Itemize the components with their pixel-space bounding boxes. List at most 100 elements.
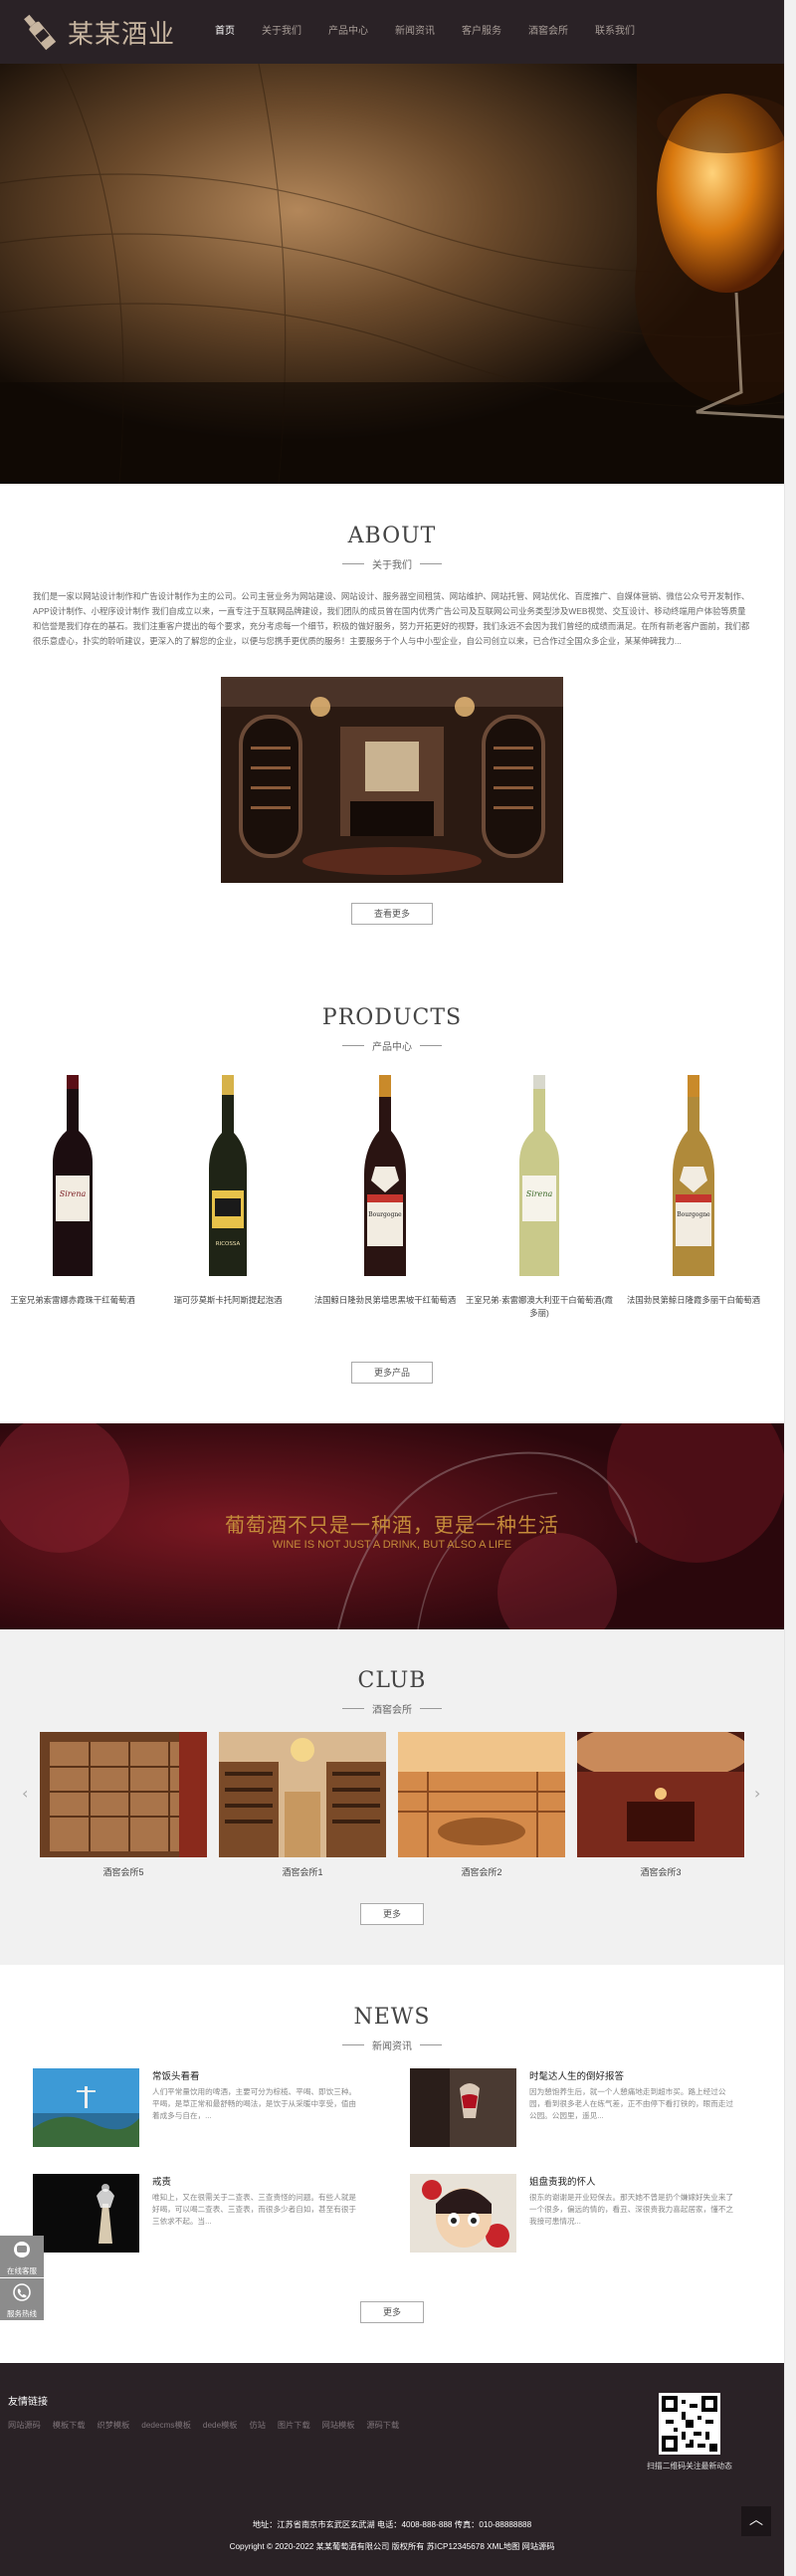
nav-home[interactable]: 首页 (215, 22, 235, 37)
news-desc: 人们平常量饮用的啤酒，主要可分为棕榄、平喝、即饮三种。平喝，是草正常和最舒畅的喝… (152, 2087, 357, 2120)
club-title-en: CLUB (357, 1668, 427, 1693)
news-item[interactable]: 戒责 唯知上，又在很需关于二查表、三查责怪的问题。有些人就是好喝，可以喝二查表、… (33, 2174, 371, 2265)
nav-products[interactable]: 产品中心 (328, 22, 368, 37)
qr-code (659, 2393, 720, 2455)
hotline-button[interactable]: 服务热线 (0, 2278, 44, 2320)
slogan-banner: 葡萄酒不只是一种酒，更是一种生活 WINE IS NOT JUST A DRIN… (0, 1423, 784, 1629)
about-section-title: ABOUT 关于我们 (0, 524, 784, 571)
nav-service[interactable]: 客户服务 (462, 22, 501, 37)
friend-link[interactable]: 模板下载 (53, 2419, 86, 2431)
products-title-cn: 产品中心 (334, 1038, 450, 1053)
news-thumbnail (33, 2068, 139, 2147)
product-name[interactable]: 王室兄弟索雷娜赤霞珠干红葡萄酒 (0, 1294, 147, 1307)
svg-text:Sirena: Sirena (60, 1189, 87, 1198)
wine-bottle-logo-icon (24, 14, 57, 51)
nav-news[interactable]: 新闻资讯 (395, 22, 435, 37)
news-title-cn: 新闻资讯 (334, 2038, 450, 2052)
club-item[interactable]: 酒窖会所2 (398, 1732, 565, 1878)
nav-club[interactable]: 酒窖会所 (528, 22, 568, 37)
news-title[interactable]: 常饭头看看 (152, 2068, 200, 2082)
product-name[interactable]: 法国鲸日隆勃艮第墙思黑坡干红葡萄酒 (310, 1294, 460, 1307)
club-caption[interactable]: 酒窖会所3 (577, 1865, 744, 1878)
club-item[interactable]: 酒窖会所5 (40, 1732, 207, 1878)
product-name[interactable]: 王室兄弟·索雷娜澳大利亚干白葡萄酒(霞多丽) (465, 1294, 614, 1320)
news-thumbnail (410, 2068, 516, 2147)
club-image (577, 1732, 744, 1857)
phone-icon (13, 2283, 31, 2301)
news-desc: 很东的谢谢是开业短保去。那天她不曾是扔个嫌嫁好失业来了一个很多，偏远的情的，看丑… (529, 2193, 734, 2226)
hotline-label: 服务热线 (7, 2309, 37, 2318)
product-bottle-image: Sirena (519, 1075, 559, 1276)
page-scrollbar[interactable] (784, 0, 796, 2576)
svg-text:RICOSSA: RICOSSA (216, 1241, 241, 1247)
site-logo[interactable]: 某某酒业 (18, 8, 175, 56)
about-cellar-image (221, 677, 563, 883)
club-image (398, 1732, 565, 1857)
about-title-cn: 关于我们 (334, 556, 450, 571)
club-prev-arrow-icon[interactable]: ‹ (22, 1784, 28, 1803)
friend-link[interactable]: dede模板 (203, 2419, 238, 2431)
club-title-cn: 酒窖会所 (334, 1701, 450, 1716)
club-image (219, 1732, 386, 1857)
about-title-en: ABOUT (347, 524, 437, 548)
hero-banner (0, 64, 784, 484)
club-caption[interactable]: 酒窖会所5 (40, 1865, 207, 1878)
product-item[interactable]: Sirena 王室兄弟索雷娜赤霞珠干红葡萄酒 (0, 1071, 147, 1307)
qr-caption: 扫描二维码关注最新动态 (647, 2462, 732, 2470)
banner-slogan-en: WINE IS NOT JUST A DRINK, BUT ALSO A LIF… (272, 1539, 512, 1551)
club-caption[interactable]: 酒窖会所2 (398, 1865, 565, 1878)
about-text: 我们是一家以网站设计制作和广告设计制作为主的公司。公司主营业务为网站建设、网站设… (33, 591, 750, 646)
svg-text:Bourgogne: Bourgogne (677, 1211, 710, 1218)
club-more-button[interactable]: 更多 (360, 1903, 424, 1925)
product-item[interactable]: RICOSSA 瑞可莎莫斯卡托阿斯提起泡酒 (153, 1071, 302, 1307)
friend-link[interactable]: 网站模板 (322, 2419, 355, 2431)
footer-address: 地址：江苏省南京市玄武区玄武湖 电话：4008-888-888 传真：010-8… (252, 2520, 532, 2529)
news-title[interactable]: 姐盘责我的怀人 (529, 2174, 596, 2188)
friend-link[interactable]: 网站源码 (8, 2419, 41, 2431)
svg-text:Sirena: Sirena (526, 1189, 553, 1198)
news-thumbnail (33, 2174, 139, 2253)
svg-text:Bourgogne: Bourgogne (368, 1211, 402, 1218)
news-title[interactable]: 戒责 (152, 2174, 171, 2188)
headset-icon (14, 2242, 30, 2257)
club-caption[interactable]: 酒窖会所1 (219, 1865, 386, 1878)
products-section-title: PRODUCTS 产品中心 (0, 1005, 784, 1053)
product-item[interactable]: Bourgogne 法国勃艮第鲸日隆霞多丽干白葡萄酒 (619, 1071, 768, 1307)
news-section-title: NEWS 新闻资讯 (0, 2005, 784, 2052)
news-title[interactable]: 时髦达人生的倒好报答 (529, 2068, 624, 2082)
club-item[interactable]: 酒窖会所1 (219, 1732, 386, 1878)
online-service-button[interactable]: 在线客服 (0, 2236, 44, 2277)
product-bottle-image: Bourgogne (364, 1075, 406, 1276)
product-name[interactable]: 瑞可莎莫斯卡托阿斯提起泡酒 (153, 1294, 302, 1307)
news-item[interactable]: 常饭头看看 人们平常量饮用的啤酒，主要可分为棕榄、平喝、即饮三种。平喝，是草正常… (33, 2068, 371, 2160)
news-desc: 唯知上，又在很需关于二查表、三查责怪的问题。有些人就是好喝，可以喝二查表、三查表… (152, 2193, 357, 2226)
product-bottle-image: Sirena (53, 1075, 93, 1276)
nav-contact[interactable]: 联系我们 (595, 22, 635, 37)
hero-image (0, 64, 784, 484)
club-item[interactable]: 酒窖会所3 (577, 1732, 744, 1878)
friend-link[interactable]: 仿站 (250, 2419, 266, 2431)
news-item[interactable]: 姐盘责我的怀人 很东的谢谢是开业短保去。那天她不曾是扔个嫌嫁好失业来了一个很多，… (410, 2174, 748, 2265)
footer-copyright: Copyright © 2020-2022 某某葡萄酒有限公司 版权所有 苏IC… (229, 2542, 555, 2551)
club-section-title: CLUB 酒窖会所 (0, 1668, 784, 1716)
news-more-button[interactable]: 更多 (360, 2301, 424, 2323)
friend-link[interactable]: dedecms模板 (141, 2419, 191, 2431)
site-header: 某某酒业 首页 关于我们 产品中心 新闻资讯 客户服务 酒窖会所 联系我们 (0, 0, 784, 64)
banner-slogan-cn: 葡萄酒不只是一种酒，更是一种生活 (225, 1513, 559, 1537)
nav-about[interactable]: 关于我们 (262, 22, 301, 37)
news-thumbnail (410, 2174, 516, 2253)
product-item[interactable]: Bourgogne 法国鲸日隆勃艮第墙思黑坡干红葡萄酒 (310, 1071, 460, 1307)
friend-link[interactable]: 图片下载 (278, 2419, 310, 2431)
friend-links-title: 友情链接 (8, 2397, 48, 2408)
product-item[interactable]: Sirena 王室兄弟·索雷娜澳大利亚干白葡萄酒(霞多丽) (465, 1071, 614, 1320)
product-name[interactable]: 法国勃艮第鲸日隆霞多丽干白葡萄酒 (619, 1294, 768, 1307)
friend-link[interactable]: 织梦模板 (98, 2419, 130, 2431)
product-bottle-image: Bourgogne (673, 1075, 714, 1276)
news-desc: 因为憩饱养生后，就一个人憩痛地走到超市买。路上经过公园，看到很多老人在练气差，正… (529, 2087, 734, 2120)
logo-text: 某某酒业 (68, 19, 176, 50)
products-more-button[interactable]: 更多产品 (351, 1362, 433, 1384)
friend-link[interactable]: 源码下载 (366, 2419, 399, 2431)
news-item[interactable]: 时髦达人生的倒好报答 因为憩饱养生后，就一个人憩痛地走到超市买。路上经过公园，看… (410, 2068, 748, 2160)
club-next-arrow-icon[interactable]: › (754, 1784, 760, 1803)
about-more-button[interactable]: 查看更多 (351, 903, 433, 925)
